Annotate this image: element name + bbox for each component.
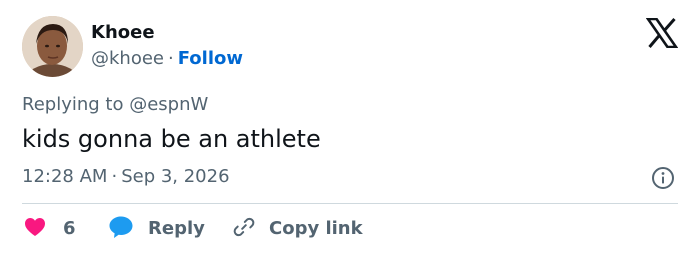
- tweet-card: Khoee @khoee · Follow Replying to @espnW k…: [0, 0, 700, 256]
- avatar[interactable]: [22, 16, 83, 77]
- replying-to[interactable]: Replying to @espnW: [22, 94, 208, 116]
- separator-dot: ·: [168, 48, 174, 69]
- info-icon[interactable]: [651, 166, 675, 190]
- tweet-timestamp[interactable]: 12:28 AM · Sep 3, 2026: [22, 166, 230, 188]
- tweet-text: kids gonna be an athlete: [22, 125, 321, 153]
- speech-bubble-icon: [108, 215, 134, 243]
- link-icon: [232, 215, 256, 243]
- copy-link-button[interactable]: Copy link: [232, 214, 363, 244]
- tweet-time: 12:28 AM: [22, 166, 108, 187]
- author-handle[interactable]: @khoee: [91, 48, 164, 69]
- separator-dot: ·: [111, 166, 118, 187]
- x-logo-icon[interactable]: [645, 17, 679, 49]
- reply-label: Reply: [148, 218, 205, 239]
- action-bar: 6 Reply Copy link: [0, 214, 700, 244]
- heart-icon: [24, 217, 46, 241]
- reply-button[interactable]: Reply: [108, 214, 205, 244]
- like-count: 6: [63, 218, 76, 239]
- divider: [22, 203, 678, 204]
- author-handle-line: @khoee · Follow: [91, 48, 243, 70]
- tweet-date: Sep 3, 2026: [121, 166, 230, 187]
- copy-link-label: Copy link: [269, 218, 363, 239]
- follow-button[interactable]: Follow: [178, 48, 243, 69]
- like-button[interactable]: 6: [24, 214, 76, 244]
- author-name[interactable]: Khoee: [91, 22, 155, 44]
